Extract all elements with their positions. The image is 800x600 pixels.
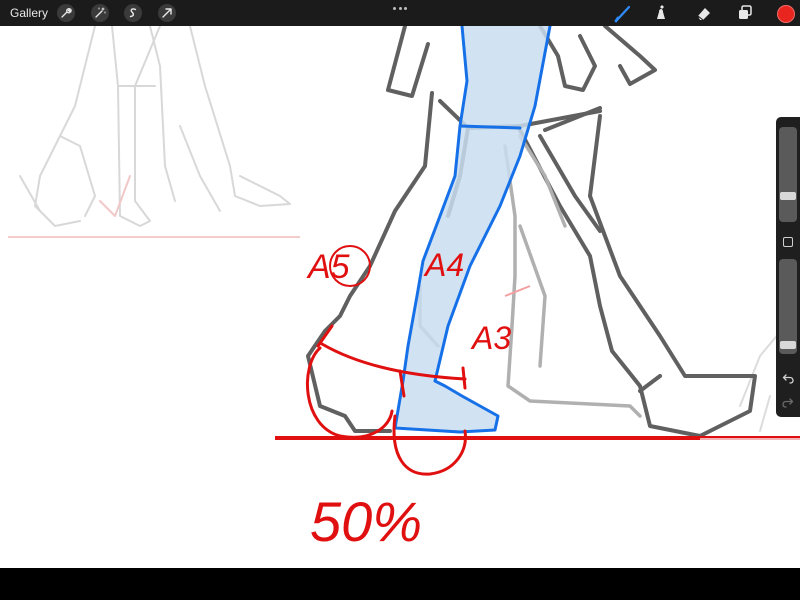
modify-button[interactable] xyxy=(783,237,793,247)
gallery-button[interactable]: Gallery xyxy=(10,6,48,20)
color-picker-button[interactable] xyxy=(777,5,795,23)
undo-icon[interactable] xyxy=(780,372,796,386)
brush-size-thumb[interactable] xyxy=(780,192,796,201)
more-options-icon[interactable] xyxy=(393,4,407,12)
opacity-slider[interactable] xyxy=(779,259,797,354)
brush-size-slider[interactable] xyxy=(779,127,797,222)
faint-reference-sketch xyxy=(19,26,291,227)
redo-icon[interactable] xyxy=(780,396,796,410)
drawing-canvas[interactable]: A5 A4 A3 50% xyxy=(0,26,800,568)
smudge-icon[interactable] xyxy=(651,3,671,23)
guide-stroke xyxy=(504,285,531,297)
canvas-artwork[interactable]: A5 A4 A3 50% xyxy=(0,26,800,568)
opacity-thumb[interactable] xyxy=(780,340,796,349)
selection-icon[interactable] xyxy=(124,4,142,22)
wrench-icon[interactable] xyxy=(57,4,75,22)
eraser-icon[interactable] xyxy=(694,3,714,23)
side-slider-panel xyxy=(776,117,800,417)
label-a3: A3 xyxy=(470,320,511,356)
label-percent: 50% xyxy=(310,490,422,553)
bottom-bar xyxy=(0,568,800,600)
brush-icon[interactable] xyxy=(613,3,633,23)
magic-wand-icon[interactable] xyxy=(91,4,109,22)
label-a4: A4 xyxy=(423,247,464,283)
top-toolbar: Gallery xyxy=(0,0,800,26)
transform-arrow-icon[interactable] xyxy=(158,4,176,22)
highlighted-leg xyxy=(393,26,552,434)
label-a5: A5 xyxy=(306,248,350,286)
layers-icon[interactable] xyxy=(735,3,755,23)
